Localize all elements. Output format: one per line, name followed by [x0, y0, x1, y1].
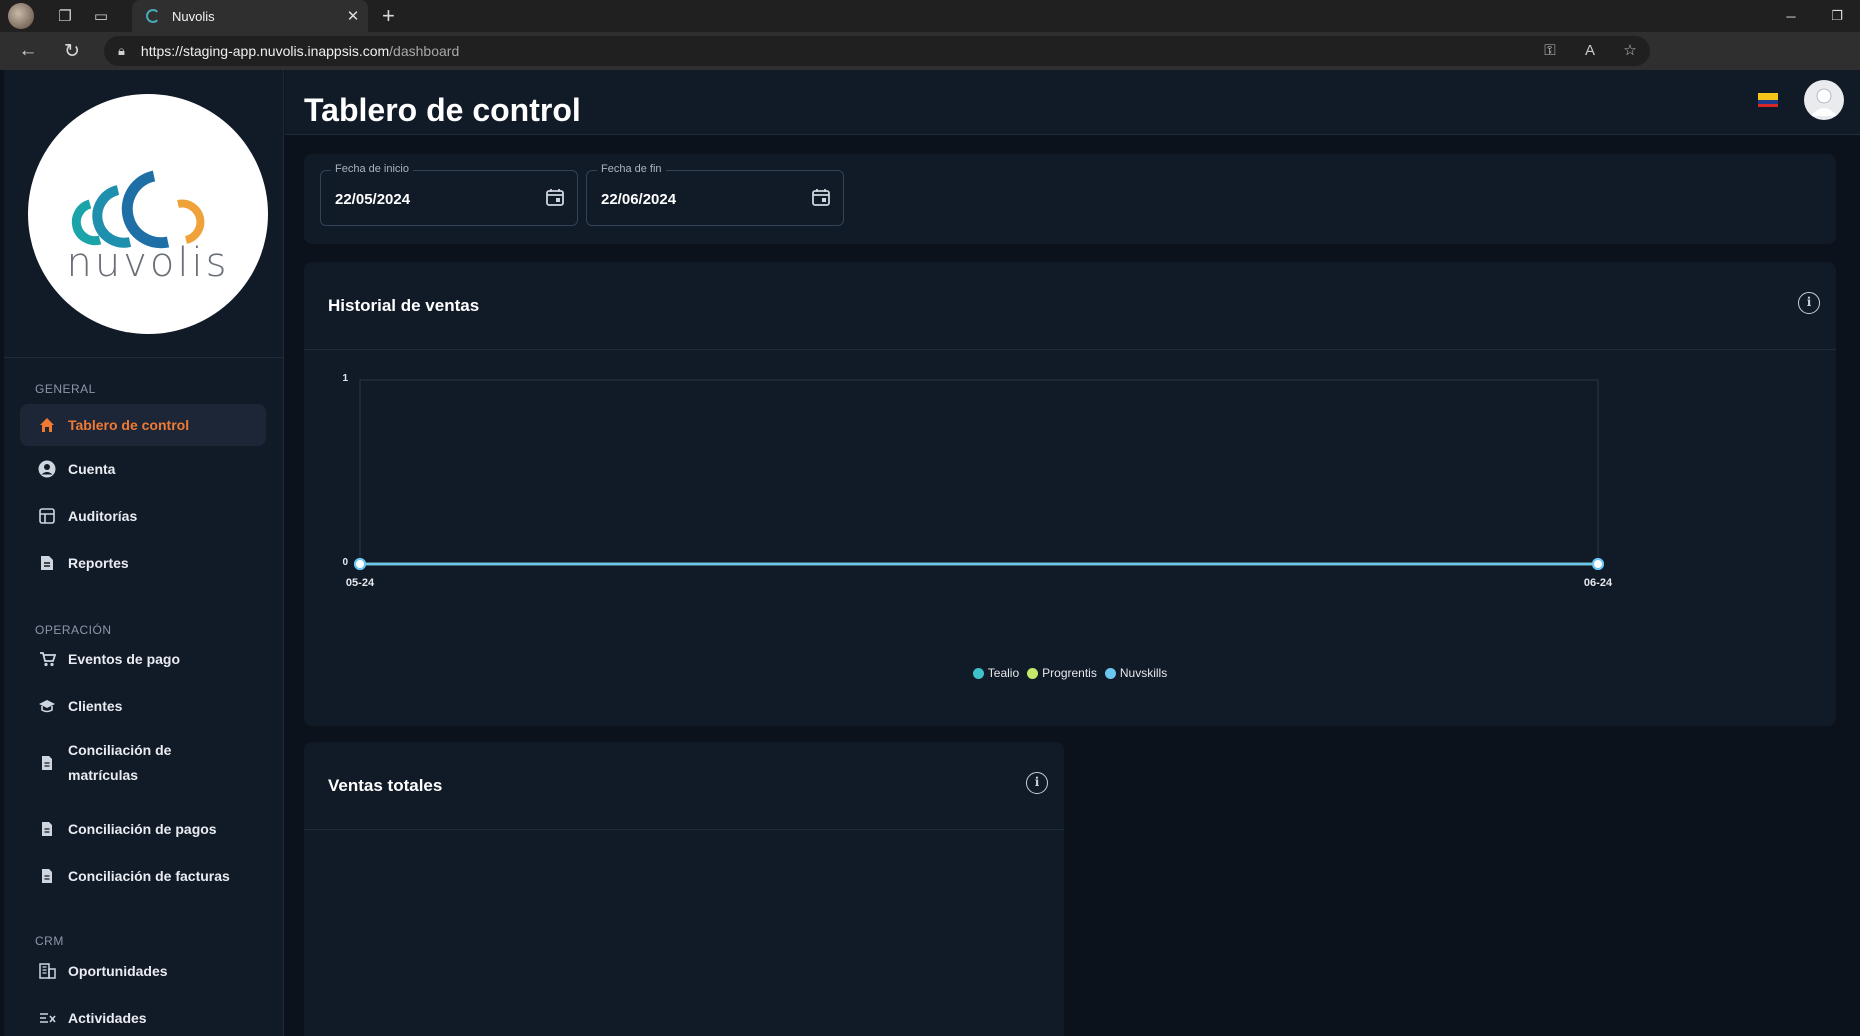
total-sales-card: Ventas totales i [304, 742, 1064, 1036]
data-point-nuvskills[interactable] [354, 558, 366, 570]
account-icon [38, 460, 56, 478]
section-general: GENERAL [35, 382, 96, 396]
back-icon[interactable]: ← [6, 40, 50, 62]
info-icon[interactable]: i [1026, 772, 1048, 794]
sidebar-item-eventos-pago[interactable]: Eventos de pago [20, 644, 266, 674]
x-tick-label: 06-24 [1584, 577, 1613, 589]
new-tab-icon[interactable]: + [382, 3, 395, 29]
colombia-flag-icon[interactable] [1758, 93, 1778, 107]
key-icon[interactable]: ⚿ [1530, 36, 1570, 66]
legend-dot-icon [1104, 667, 1116, 679]
minimize-icon[interactable]: ─ [1768, 0, 1814, 32]
sidebar-item-oportunidades[interactable]: Oportunidades [20, 956, 266, 986]
sidebar-item-label: Conciliación de pagos [68, 821, 217, 837]
url-input[interactable]: 🔒︎ https://staging-app.nuvolis.inappsis.… [104, 36, 1650, 66]
building-icon [38, 962, 56, 980]
document-icon [38, 754, 56, 772]
sidebar: nuvolis GENERAL Tablero de control Cuent… [4, 70, 284, 1036]
logo-area: nuvolis [4, 70, 283, 358]
sidebar-item-label: Eventos de pago [68, 651, 181, 667]
tab-title: Nuvolis [172, 8, 215, 24]
section-operacion: OPERACIÓN [35, 623, 112, 637]
section-crm: CRM [35, 934, 64, 948]
y-tick-label: 1 [342, 373, 348, 384]
sidebar-item-label: Actividades [68, 1010, 147, 1026]
nuvolis-favicon-icon [146, 9, 160, 23]
start-date-field[interactable]: Fecha de inicio 22/05/2024 [320, 163, 578, 226]
document-icon [38, 820, 56, 838]
plot-area [359, 379, 1599, 565]
sidebar-item-tablero[interactable]: Tablero de control [20, 404, 266, 446]
tab-actions-icon[interactable]: ▭ [88, 3, 114, 29]
url-text: https://staging-app.nuvolis.inappsis.com… [140, 43, 460, 59]
sidebar-item-cuenta[interactable]: Cuenta [20, 454, 266, 484]
legend-label: Nuvskills [1119, 666, 1168, 680]
legend-item-tealio[interactable]: Tealio [972, 666, 1020, 680]
sidebar-item-label: Clientes [68, 698, 123, 714]
graduation-cap-icon [38, 697, 56, 715]
checklist-icon [38, 1009, 56, 1027]
card-title: Historial de ventas [328, 296, 480, 315]
end-date-label: Fecha de fin [597, 163, 666, 175]
sidebar-item-label: Reportes [68, 555, 129, 571]
start-date-label: Fecha de inicio [331, 163, 413, 175]
legend-dot-icon [972, 667, 984, 679]
sidebar-item-label: Tablero de control [68, 417, 190, 433]
card-title: Ventas totales [328, 776, 443, 795]
legend-item-progrentis[interactable]: Progrentis [1027, 666, 1097, 680]
chart-legend: Tealio Progrentis Nuvskills [304, 666, 1836, 680]
workspaces-icon[interactable]: ❐ [52, 3, 78, 29]
legend-item-nuvskills[interactable]: Nuvskills [1104, 666, 1168, 680]
sidebar-item-label: Conciliación de facturas [68, 868, 230, 884]
legend-label: Tealio [987, 666, 1020, 680]
audit-icon [38, 507, 56, 525]
date-filter-card: Fecha de inicio 22/05/2024 Fecha de fin … [304, 154, 1836, 244]
sidebar-item-conciliacion-matriculas[interactable]: Conciliación de matrículas [20, 738, 266, 788]
sales-history-chart: 0 1 05-24 06-24 [342, 373, 1613, 589]
sidebar-item-reportes[interactable]: Reportes [20, 548, 266, 578]
sidebar-item-auditorias[interactable]: Auditorías [20, 501, 266, 531]
logo-wordmark: nuvolis [66, 240, 230, 286]
user-avatar[interactable] [1804, 80, 1844, 120]
window-controls: ─ ❐ [1768, 0, 1860, 32]
sidebar-item-label: Oportunidades [68, 963, 168, 979]
sidebar-item-label: Conciliación de matrículas [68, 742, 172, 783]
lock-icon[interactable]: 🔒︎ [118, 43, 125, 59]
sidebar-item-label: Auditorías [68, 508, 138, 524]
sales-history-card: Historial de ventas i 0 1 05-24 06-24 Teali… [304, 262, 1836, 726]
browser-tab[interactable]: Nuvolis ✕ [132, 0, 368, 32]
home-icon [38, 416, 56, 434]
document-icon [38, 867, 56, 885]
browser-tab-bar: ❐ ▭ Nuvolis ✕ + ─ ❐ [0, 0, 1860, 32]
info-icon[interactable]: i [1798, 292, 1820, 314]
calendar-icon[interactable] [545, 187, 565, 207]
favorite-star-icon[interactable]: ☆ [1610, 36, 1650, 66]
legend-dot-icon [1027, 667, 1039, 679]
refresh-icon[interactable]: ↻ [50, 40, 94, 63]
sidebar-item-actividades[interactable]: Actividades [20, 1003, 266, 1033]
page-title: Tablero de control [304, 92, 581, 128]
end-date-value: 22/06/2024 [601, 191, 677, 208]
close-tab-icon[interactable]: ✕ [338, 7, 368, 25]
sidebar-item-conciliacion-pagos[interactable]: Conciliación de pagos [20, 814, 266, 844]
cart-icon [38, 650, 56, 668]
start-date-value: 22/05/2024 [335, 191, 411, 208]
x-tick-label: 05-24 [346, 577, 375, 589]
data-point-nuvskills[interactable] [1592, 558, 1604, 570]
read-aloud-icon[interactable]: A [1570, 36, 1610, 66]
report-icon [38, 554, 56, 572]
end-date-field[interactable]: Fecha de fin 22/06/2024 [586, 163, 844, 226]
logo-waves-icon [71, 170, 205, 249]
calendar-icon[interactable] [811, 187, 831, 207]
profile-avatar-icon[interactable] [8, 3, 34, 29]
browser-address-bar: ← ↻ 🔒︎ https://staging-app.nuvolis.inapp… [0, 32, 1860, 91]
sidebar-item-clientes[interactable]: Clientes [20, 691, 266, 721]
y-tick-label: 0 [342, 557, 348, 568]
legend-label: Progrentis [1042, 666, 1097, 680]
nuvolis-logo[interactable]: nuvolis [28, 94, 268, 334]
sidebar-item-label: Cuenta [68, 461, 116, 477]
sidebar-item-conciliacion-facturas[interactable]: Conciliación de facturas [20, 861, 266, 891]
restore-icon[interactable]: ❐ [1814, 0, 1860, 32]
